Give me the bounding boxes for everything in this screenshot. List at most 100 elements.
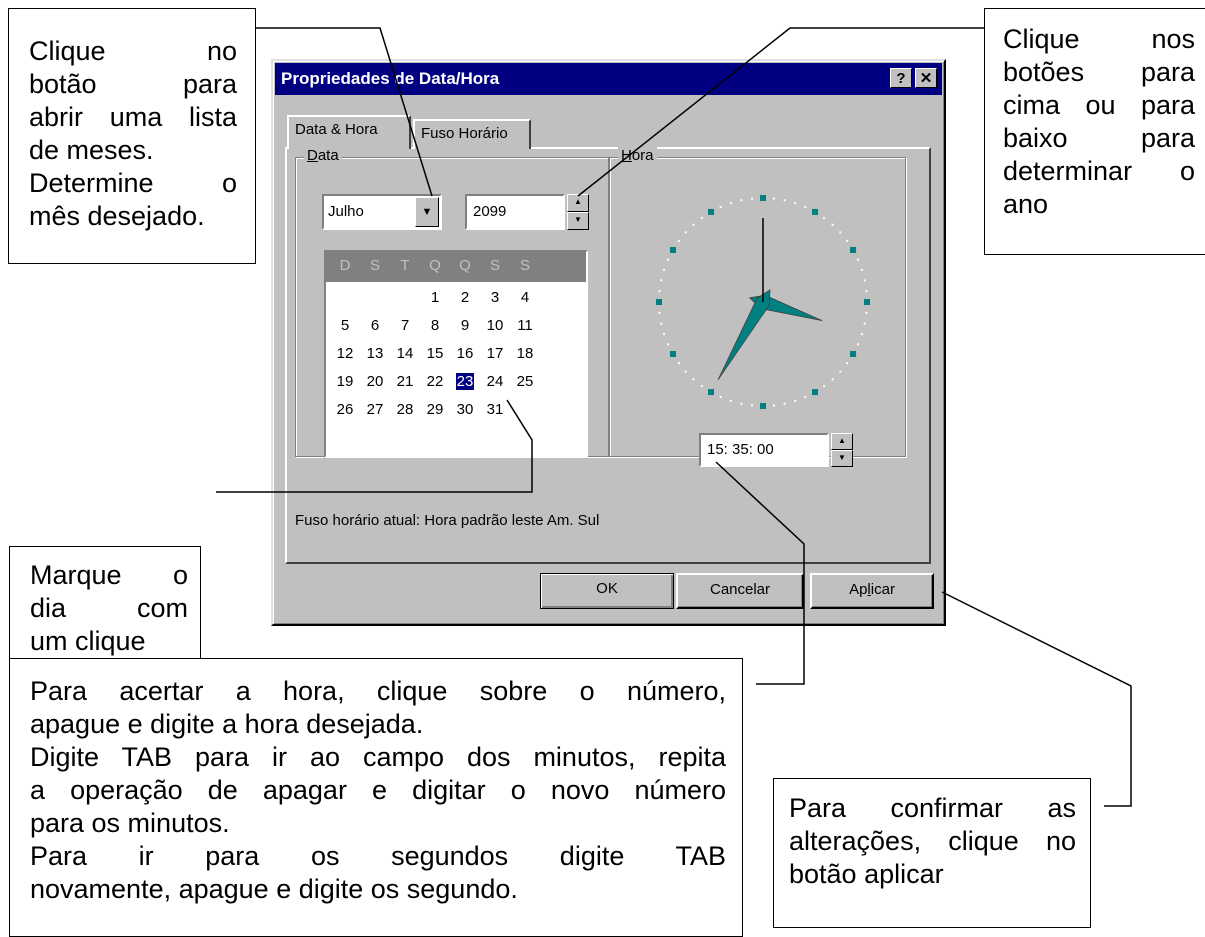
calendar-day[interactable]: 29 — [420, 396, 450, 424]
title-bar[interactable]: Propriedades de Data/Hora ? ✕ — [275, 63, 942, 95]
calendar-day[interactable]: 8 — [420, 312, 450, 340]
weekday: D — [339, 257, 351, 274]
datetime-dialog: Propriedades de Data/Hora ? ✕ Data & Hor… — [271, 59, 946, 626]
calendar-day[interactable]: 24 — [480, 368, 510, 396]
calendar-day[interactable]: 23 — [450, 368, 480, 396]
help-button[interactable]: ? — [890, 68, 912, 88]
ok-button[interactable]: OK — [540, 573, 674, 609]
calendar-day[interactable]: 4 — [510, 284, 540, 312]
calendar-day[interactable]: 5 — [330, 312, 360, 340]
calendar-day[interactable]: 16 — [450, 340, 480, 368]
apply-button[interactable]: Aplicar — [810, 573, 934, 609]
calendar-day[interactable]: 2 — [450, 284, 480, 312]
hour-marker — [850, 351, 857, 357]
time-input[interactable]: 15: 35: 00 — [699, 433, 829, 467]
weekday: S — [369, 257, 380, 274]
minute-marker — [740, 199, 743, 202]
analog-clock — [656, 195, 870, 409]
calendar-day[interactable]: 21 — [390, 368, 420, 396]
weekday: Q — [429, 257, 441, 274]
minute-marker — [857, 343, 860, 346]
minute-marker — [863, 322, 866, 325]
minute-marker — [700, 216, 703, 219]
year-input[interactable]: 2099 — [465, 194, 565, 230]
hour-marker — [812, 389, 818, 396]
close-icon[interactable]: ✕ — [915, 68, 937, 88]
minute-hand — [717, 289, 771, 381]
minute-marker — [783, 199, 786, 202]
spin-up-icon[interactable]: ▲ — [567, 194, 589, 212]
calendar-day[interactable]: 14 — [390, 340, 420, 368]
minute-marker — [677, 362, 680, 365]
spin-up-icon[interactable]: ▲ — [831, 433, 853, 450]
callout-month: Clique no botão para abrir uma lista de … — [8, 8, 256, 264]
month-value: Julho — [328, 203, 364, 220]
callout-text: baixo para — [1003, 123, 1195, 153]
callout-text: para os minutos. — [30, 808, 230, 838]
minute-marker — [846, 362, 849, 365]
calendar-day[interactable]: 26 — [330, 396, 360, 424]
callout-text: novamente, apague e digite os segundo. — [30, 874, 518, 904]
calendar-day[interactable]: 12 — [330, 340, 360, 368]
minute-marker — [666, 343, 669, 346]
minute-marker — [692, 378, 695, 381]
callout-text: apague e digite a hora desejada. — [30, 709, 424, 739]
leader-apply — [941, 591, 1132, 807]
minute-marker — [783, 402, 786, 405]
calendar-day[interactable]: 27 — [360, 396, 390, 424]
chevron-down-icon[interactable]: ▼ — [415, 197, 439, 227]
calendar-day[interactable]: 25 — [510, 368, 540, 396]
calendar-day[interactable]: 19 — [330, 368, 360, 396]
calendar-day[interactable]: 22 — [420, 368, 450, 396]
calendar-day[interactable]: 6 — [360, 312, 390, 340]
minute-marker — [658, 311, 661, 314]
calendar-day[interactable]: 7 — [390, 312, 420, 340]
minute-marker — [751, 404, 754, 407]
calendar-day[interactable]: 9 — [450, 312, 480, 340]
calendar-day[interactable]: 13 — [360, 340, 390, 368]
calendar-empty — [330, 284, 360, 312]
calendar-week: 1234 — [326, 284, 586, 312]
minute-marker — [684, 231, 687, 234]
tab-date-time[interactable]: Data & Hora — [287, 115, 411, 149]
calendar-week: 12 13 14 15 16 17 18 — [326, 340, 586, 368]
minute-marker — [666, 258, 669, 261]
callout-text: Para ir para os segundos digite TAB — [30, 841, 726, 871]
callout-text: a operação de apagar e digitar o novo nú… — [30, 775, 726, 805]
spin-down-icon[interactable]: ▼ — [567, 212, 589, 230]
minute-marker — [684, 370, 687, 373]
calendar-day[interactable]: 28 — [390, 396, 420, 424]
year-spinner[interactable]: ▲ ▼ — [567, 194, 589, 230]
calendar-empty — [360, 284, 390, 312]
callout-text: alterações, clique no — [789, 826, 1076, 856]
tab-time-zone[interactable]: Fuso Horário — [413, 119, 531, 149]
callout-text: Determine o — [29, 168, 237, 198]
calendar-day[interactable]: 18 — [510, 340, 540, 368]
calendar-day[interactable]: 17 — [480, 340, 510, 368]
time-spinner[interactable]: ▲ ▼ — [831, 433, 853, 467]
minute-marker — [719, 205, 722, 208]
callout-text: Para confirmar as — [789, 793, 1076, 823]
callout-text: determinar o — [1003, 156, 1195, 186]
calendar-day[interactable]: 11 — [510, 312, 540, 340]
calendar-weekdays: D S T Q Q S S — [326, 252, 586, 282]
callout-day: Marque o dia com um clique — [9, 546, 201, 662]
minute-marker — [865, 311, 868, 314]
minute-marker — [700, 385, 703, 388]
hour-marker — [708, 389, 714, 396]
cancel-button[interactable]: Cancelar — [676, 573, 804, 609]
date-group-label: Data — [304, 147, 342, 164]
spin-down-icon[interactable]: ▼ — [831, 450, 853, 467]
calendar-day[interactable]: 31 — [480, 396, 510, 424]
callout-text: Clique no — [29, 36, 237, 66]
minute-marker — [751, 197, 754, 200]
calendar-day[interactable]: 1 — [420, 284, 450, 312]
calendar-day[interactable]: 30 — [450, 396, 480, 424]
month-select[interactable]: Julho ▼ — [322, 194, 442, 230]
callout-time: Para acertar a hora, clique sobre o núme… — [9, 658, 743, 937]
calendar-day[interactable]: 15 — [420, 340, 450, 368]
calendar-day[interactable]: 20 — [360, 368, 390, 396]
calendar-day[interactable]: 3 — [480, 284, 510, 312]
hour-marker — [656, 299, 662, 305]
calendar-day[interactable]: 10 — [480, 312, 510, 340]
